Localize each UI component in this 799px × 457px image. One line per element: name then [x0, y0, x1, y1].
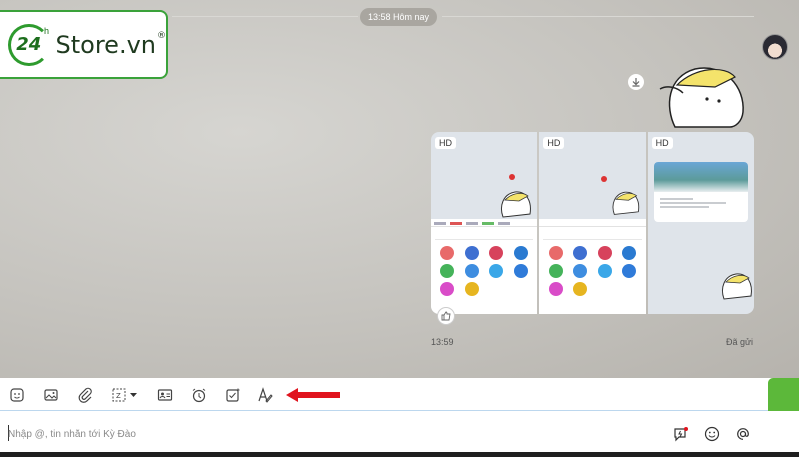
- date-pill: 13:58 Hôm nay: [360, 8, 438, 26]
- registered-mark: ®: [157, 30, 166, 41]
- svg-text:Z: Z: [116, 392, 121, 400]
- image-icon[interactable]: [42, 386, 60, 404]
- message-time: 13:59: [431, 337, 454, 347]
- composer-toolbar: Z: [0, 378, 799, 411]
- message-status: Đã gửi: [726, 337, 754, 347]
- sticker-icon: [501, 191, 531, 218]
- sticker-image[interactable]: [655, 57, 750, 134]
- panel-tabs: [431, 219, 538, 227]
- logo-text: Store.vn®: [56, 31, 166, 59]
- emoji-icon[interactable]: [703, 425, 721, 443]
- hd-badge: HD: [651, 137, 673, 149]
- hd-badge: HD: [543, 137, 565, 149]
- shared-card: [653, 162, 748, 222]
- card-image: [653, 162, 748, 192]
- logo-brand-text: Store.vn: [55, 30, 156, 59]
- task-icon[interactable]: [224, 386, 242, 404]
- reminder-icon[interactable]: [190, 386, 208, 404]
- store-logo: 24 h Store.vn®: [0, 10, 168, 79]
- avatar[interactable]: [762, 34, 788, 60]
- contact-card-icon[interactable]: [156, 386, 174, 404]
- like-button[interactable]: [437, 307, 455, 325]
- app-panel: [431, 219, 538, 314]
- photo-album[interactable]: HD HD HD: [431, 132, 754, 314]
- quick-message-icon[interactable]: [672, 425, 690, 443]
- screenshot-icon[interactable]: Z: [110, 386, 140, 404]
- message-composer: [0, 411, 799, 457]
- album-photo-1[interactable]: HD: [431, 132, 538, 314]
- text-format-icon[interactable]: [256, 386, 274, 404]
- annotation-arrow-icon: [286, 388, 340, 402]
- reaction-heart-icon: [509, 174, 515, 180]
- attachment-icon[interactable]: [76, 386, 94, 404]
- app-panel: [539, 219, 646, 314]
- sticker-icon: [721, 273, 752, 300]
- hd-badge: HD: [435, 137, 456, 149]
- download-icon[interactable]: [628, 74, 644, 90]
- panel-tabs: [539, 219, 646, 227]
- sticker-icon[interactable]: [8, 386, 26, 404]
- date-divider-left: [172, 16, 358, 17]
- logo-superscript: h: [44, 26, 50, 36]
- album-photo-3[interactable]: HD: [647, 132, 754, 314]
- panel-input: [543, 229, 642, 240]
- reaction-heart-icon: [601, 176, 608, 182]
- date-divider-right: [442, 16, 754, 17]
- message-input[interactable]: [8, 425, 608, 443]
- taskbar-strip: [0, 452, 799, 457]
- panel-input: [435, 229, 534, 240]
- mention-icon[interactable]: [734, 425, 752, 443]
- app-grid: [539, 242, 645, 300]
- sticker-icon: [612, 191, 640, 215]
- thumbs-up-icon: [441, 311, 451, 321]
- album-photo-2[interactable]: HD: [539, 132, 646, 314]
- app-grid: [431, 242, 537, 300]
- logo-number: 24: [16, 34, 42, 55]
